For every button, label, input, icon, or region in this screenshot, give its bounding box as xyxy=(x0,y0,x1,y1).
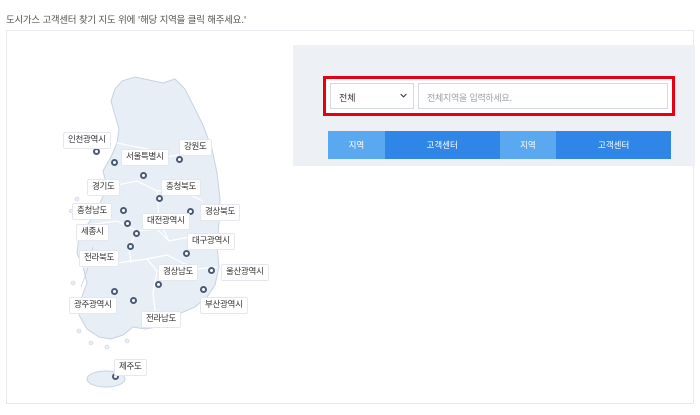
marker-chungnam[interactable] xyxy=(120,207,127,214)
tab-region-1[interactable]: 지역 xyxy=(328,131,385,159)
label-jeonbuk[interactable]: 전라북도 xyxy=(79,250,120,267)
instruction-text: 도시가스 고객센터 찾기 지도 위에 '해당 지역을 클릭 해주세요.' xyxy=(6,15,247,26)
label-jeonnam[interactable]: 전라남도 xyxy=(141,311,182,328)
korea-map[interactable]: 인천광역시 서울특별시 강원도 경기도 충청북도 충청남도 대전광역시 경상북도… xyxy=(7,31,293,403)
label-daejeon[interactable]: 대전광역시 xyxy=(142,213,190,230)
marker-sejong[interactable] xyxy=(133,230,140,237)
marker-daejeon[interactable] xyxy=(124,220,131,227)
marker-gyeongnam[interactable] xyxy=(155,281,162,288)
tab-service-center-2[interactable]: 고객센터 xyxy=(556,131,671,159)
chevron-down-icon xyxy=(400,93,407,98)
label-sejong[interactable]: 세종시 xyxy=(76,224,109,241)
marker-gangwon[interactable] xyxy=(176,156,183,163)
tab-service-center-1[interactable]: 고객센터 xyxy=(384,131,500,159)
service-center-panel: 인천광역시 서울특별시 강원도 경기도 충청북도 충청남도 대전광역시 경상북도… xyxy=(6,30,695,404)
label-chungnam[interactable]: 충청남도 xyxy=(72,203,113,220)
search-area: 전체 전체지역을 입력하세요. 지역 고객센터 지역 고객센터 xyxy=(293,45,695,166)
label-chungbuk[interactable]: 충청북도 xyxy=(161,179,202,196)
label-ulsan[interactable]: 울산광역시 xyxy=(221,264,269,281)
label-gwangju[interactable]: 광주광역시 xyxy=(69,297,117,314)
label-seoul[interactable]: 서울특별시 xyxy=(121,149,169,166)
marker-ulsan[interactable] xyxy=(208,267,215,274)
marker-incheon[interactable] xyxy=(93,148,100,155)
label-jeju[interactable]: 제주도 xyxy=(114,359,147,376)
label-gyeongbuk[interactable]: 경상북도 xyxy=(200,204,241,221)
marker-daegu[interactable] xyxy=(183,250,190,257)
label-daegu[interactable]: 대구광역시 xyxy=(187,233,235,250)
label-gyeongnam[interactable]: 경상남도 xyxy=(158,264,199,281)
label-gyeonggi[interactable]: 경기도 xyxy=(87,179,120,196)
label-gangwon[interactable]: 강원도 xyxy=(179,139,212,156)
region-select-value: 전체 xyxy=(339,94,356,104)
marker-busan[interactable] xyxy=(200,286,207,293)
region-select[interactable]: 전체 xyxy=(330,83,414,109)
label-incheon[interactable]: 인천광역시 xyxy=(63,132,111,149)
marker-seoul[interactable] xyxy=(111,159,118,166)
marker-gyeonggi[interactable] xyxy=(140,172,147,179)
search-input[interactable]: 전체지역을 입력하세요. xyxy=(418,83,668,109)
marker-gwangju[interactable] xyxy=(111,288,118,295)
search-box: 전체 전체지역을 입력하세요. xyxy=(323,76,675,116)
marker-jeonnam[interactable] xyxy=(130,297,137,304)
tab-region-2[interactable]: 지역 xyxy=(499,131,557,159)
result-header-tabs: 지역 고객센터 지역 고객센터 xyxy=(328,131,671,159)
marker-chungbuk[interactable] xyxy=(156,195,163,202)
marker-jeonbuk[interactable] xyxy=(127,243,134,250)
label-busan[interactable]: 부산광역시 xyxy=(200,297,248,314)
